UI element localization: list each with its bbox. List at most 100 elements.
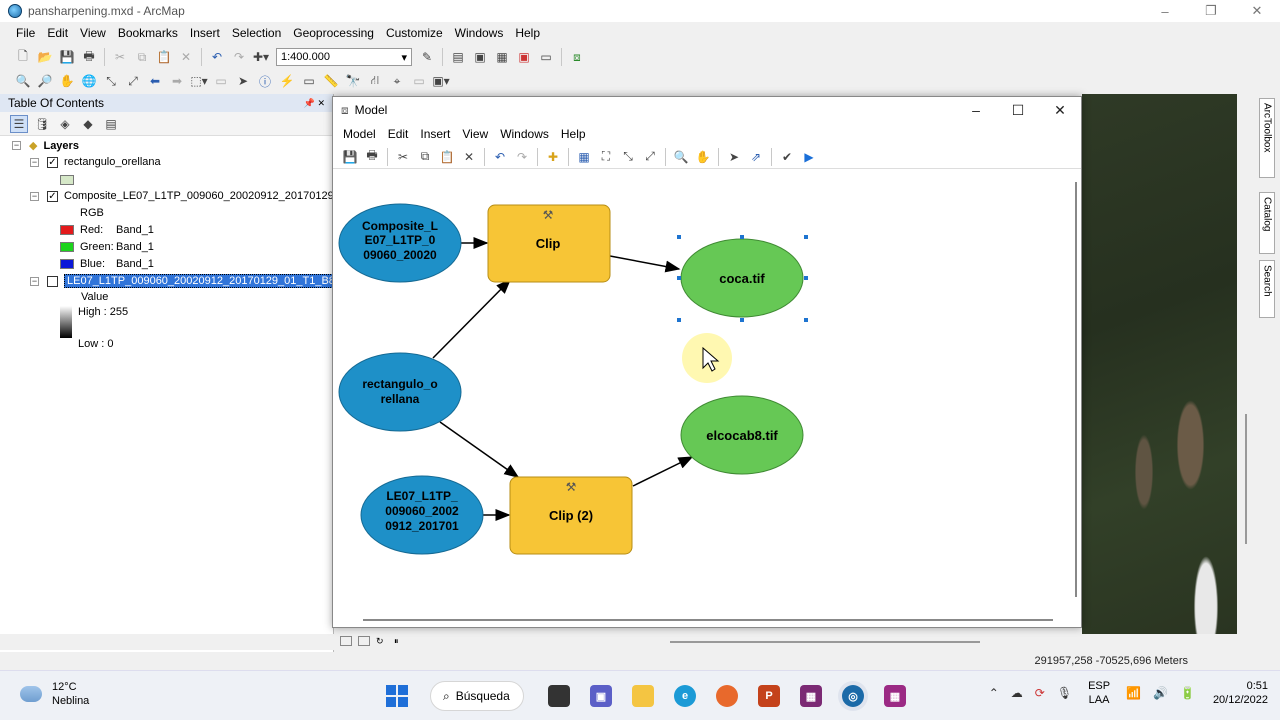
node-elcocab8-output[interactable]: elcocab8.tif bbox=[680, 395, 804, 475]
collapse-icon[interactable]: − bbox=[30, 157, 39, 167]
pause-icon[interactable]: ⏸ bbox=[394, 636, 406, 646]
menu-selection[interactable]: Selection bbox=[226, 26, 287, 40]
undo-icon[interactable]: ↶ bbox=[491, 148, 509, 166]
toc-band-blue[interactable]: Blue: Band_1 bbox=[60, 258, 154, 270]
wifi-icon[interactable]: 📶 bbox=[1126, 686, 1141, 700]
arctoolbox-icon[interactable]: ▣ bbox=[515, 48, 533, 66]
clear-selection-icon[interactable]: ▭ bbox=[212, 72, 230, 90]
save-icon[interactable]: 💾 bbox=[341, 148, 359, 166]
map-horizontal-scrollbar[interactable] bbox=[670, 641, 980, 643]
menu-customize[interactable]: Customize bbox=[380, 26, 449, 40]
close-button[interactable]: ✕ bbox=[1234, 0, 1280, 22]
redo-icon[interactable]: ↷ bbox=[230, 48, 248, 66]
full-extent-icon[interactable]: ⛶ bbox=[597, 148, 615, 166]
search-tab[interactable]: Search bbox=[1259, 260, 1275, 318]
forward-arrow-icon[interactable]: ➡ bbox=[168, 72, 186, 90]
delete-icon[interactable]: ✕ bbox=[177, 48, 195, 66]
model-maximize-button[interactable]: ☐ bbox=[997, 97, 1039, 123]
paste-icon[interactable]: 📋 bbox=[438, 148, 456, 166]
toc-symbol-rectangulo[interactable] bbox=[60, 175, 80, 185]
auto-layout-icon[interactable]: ▦ bbox=[575, 148, 593, 166]
go-to-xy-icon[interactable]: ⌖ bbox=[388, 72, 406, 90]
list-by-drawing-order-icon[interactable]: ☰ bbox=[10, 114, 28, 133]
firefox-icon[interactable] bbox=[716, 685, 738, 707]
update-icon[interactable]: ⟳ bbox=[1035, 686, 1045, 700]
edge-icon[interactable]: e bbox=[674, 685, 696, 707]
menu-insert[interactable]: Insert bbox=[184, 26, 226, 40]
model-menu-insert[interactable]: Insert bbox=[414, 127, 456, 141]
list-by-visibility-icon[interactable]: ◈ bbox=[56, 115, 74, 133]
html-popup-icon[interactable]: ▭ bbox=[300, 72, 318, 90]
python-window-icon[interactable]: ▭ bbox=[537, 48, 555, 66]
file-explorer-icon[interactable] bbox=[632, 685, 654, 707]
open-folder-icon[interactable]: 📂 bbox=[36, 48, 54, 66]
clock[interactable]: 0:51 20/12/2022 bbox=[1213, 679, 1268, 707]
toc-layer-b8[interactable]: − LE07_L1TP_009060_20020912_20170129_01_… bbox=[30, 274, 358, 288]
collapse-icon[interactable]: − bbox=[30, 191, 39, 201]
model-menu-windows[interactable]: Windows bbox=[494, 127, 555, 141]
model-close-button[interactable]: ✕ bbox=[1039, 97, 1081, 123]
select-elements-icon[interactable]: ➤ bbox=[234, 72, 252, 90]
model-minimize-button[interactable]: – bbox=[955, 97, 997, 123]
copy-icon[interactable]: ⧉ bbox=[133, 48, 151, 66]
paste-icon[interactable]: 📋 bbox=[155, 48, 173, 66]
select-features-icon[interactable]: ⬚▾ bbox=[190, 72, 208, 90]
find-route-icon[interactable]: ⛙ bbox=[366, 72, 384, 90]
pan-icon[interactable]: ✋ bbox=[58, 72, 76, 90]
taskbar-search[interactable]: ⌕ Búsqueda bbox=[430, 681, 524, 711]
scrollbar-thumb[interactable] bbox=[1245, 414, 1247, 544]
start-button[interactable] bbox=[386, 685, 408, 707]
create-viewer-icon[interactable]: ▣▾ bbox=[432, 72, 450, 90]
zoom-out-icon[interactable]: 🔎 bbox=[36, 72, 54, 90]
pan-icon[interactable]: ✋ bbox=[694, 148, 712, 166]
back-arrow-icon[interactable]: ⬅ bbox=[146, 72, 164, 90]
model-menu-view[interactable]: View bbox=[456, 127, 494, 141]
maximize-button[interactable]: ❐ bbox=[1188, 0, 1234, 22]
search-window-icon[interactable]: ▦ bbox=[493, 48, 511, 66]
map-vertical-scrollbar[interactable] bbox=[1242, 94, 1254, 634]
layer-name-selected[interactable]: LE07_L1TP_009060_20020912_20170129_01_T1… bbox=[64, 274, 358, 288]
connector-rectangulo-clip[interactable] bbox=[432, 278, 512, 359]
node-rectangulo-input[interactable]: rectangulo_o rellana bbox=[338, 352, 462, 432]
collapse-icon[interactable]: − bbox=[12, 141, 21, 150]
undo-icon[interactable]: ↶ bbox=[208, 48, 226, 66]
microphone-icon[interactable]: 🎙 bbox=[1057, 686, 1072, 700]
catalog-window-icon[interactable]: ▣ bbox=[471, 48, 489, 66]
app-icon-purple-2[interactable]: ▦ bbox=[884, 685, 906, 707]
app-icon-purple[interactable]: ▦ bbox=[800, 685, 822, 707]
node-composite-input[interactable]: Composite_L E07_L1TP_0 09060_20020 bbox=[338, 203, 462, 283]
model-menu-help[interactable]: Help bbox=[555, 127, 592, 141]
menu-file[interactable]: File bbox=[10, 26, 41, 40]
time-slider-icon[interactable]: ▭ bbox=[410, 72, 428, 90]
measure-icon[interactable]: 📏 bbox=[322, 72, 340, 90]
toc-band-green[interactable]: Green: Band_1 bbox=[60, 241, 154, 253]
find-icon[interactable]: 🔭 bbox=[344, 72, 362, 90]
refresh-icon[interactable]: ↻ bbox=[376, 636, 388, 646]
node-clip-tool[interactable]: ⚒ Clip bbox=[487, 204, 611, 283]
model-vertical-scrollbar[interactable] bbox=[1075, 182, 1077, 597]
layer-visibility-checkbox[interactable]: ✓ bbox=[47, 156, 58, 168]
toc-layer-composite[interactable]: − ✓ Composite_LE07_L1TP_009060_20020912_… bbox=[30, 190, 365, 202]
map-scale-select[interactable]: 1:400.000 ▾ bbox=[276, 48, 412, 66]
redo-icon[interactable]: ↷ bbox=[513, 148, 531, 166]
model-horizontal-scrollbar[interactable] bbox=[363, 619, 1053, 621]
hyperlink-icon[interactable]: ⚡ bbox=[278, 72, 296, 90]
powerpoint-icon[interactable]: P bbox=[758, 685, 780, 707]
connect-icon[interactable]: ⇗ bbox=[747, 148, 765, 166]
save-icon[interactable]: 💾 bbox=[58, 48, 76, 66]
minimize-button[interactable]: – bbox=[1142, 0, 1188, 22]
node-coca-output[interactable]: coca.tif bbox=[677, 235, 808, 322]
fixed-zoom-out-icon[interactable]: ⤢ bbox=[641, 148, 659, 166]
map-display[interactable] bbox=[1082, 94, 1237, 634]
model-menu-edit[interactable]: Edit bbox=[382, 127, 415, 141]
battery-icon[interactable]: 🔋 bbox=[1180, 686, 1195, 700]
menu-help[interactable]: Help bbox=[509, 26, 546, 40]
polygon-symbol[interactable] bbox=[60, 175, 74, 185]
menu-windows[interactable]: Windows bbox=[449, 26, 510, 40]
layout-view-icon[interactable] bbox=[358, 636, 370, 646]
cloud-sync-icon[interactable]: ☁ bbox=[1011, 686, 1023, 700]
run-icon[interactable]: ▶ bbox=[800, 148, 818, 166]
add-data-icon[interactable]: ✚ bbox=[544, 148, 562, 166]
add-data-icon[interactable]: ✚▾ bbox=[252, 48, 270, 66]
options-icon[interactable]: ▤ bbox=[102, 115, 120, 133]
